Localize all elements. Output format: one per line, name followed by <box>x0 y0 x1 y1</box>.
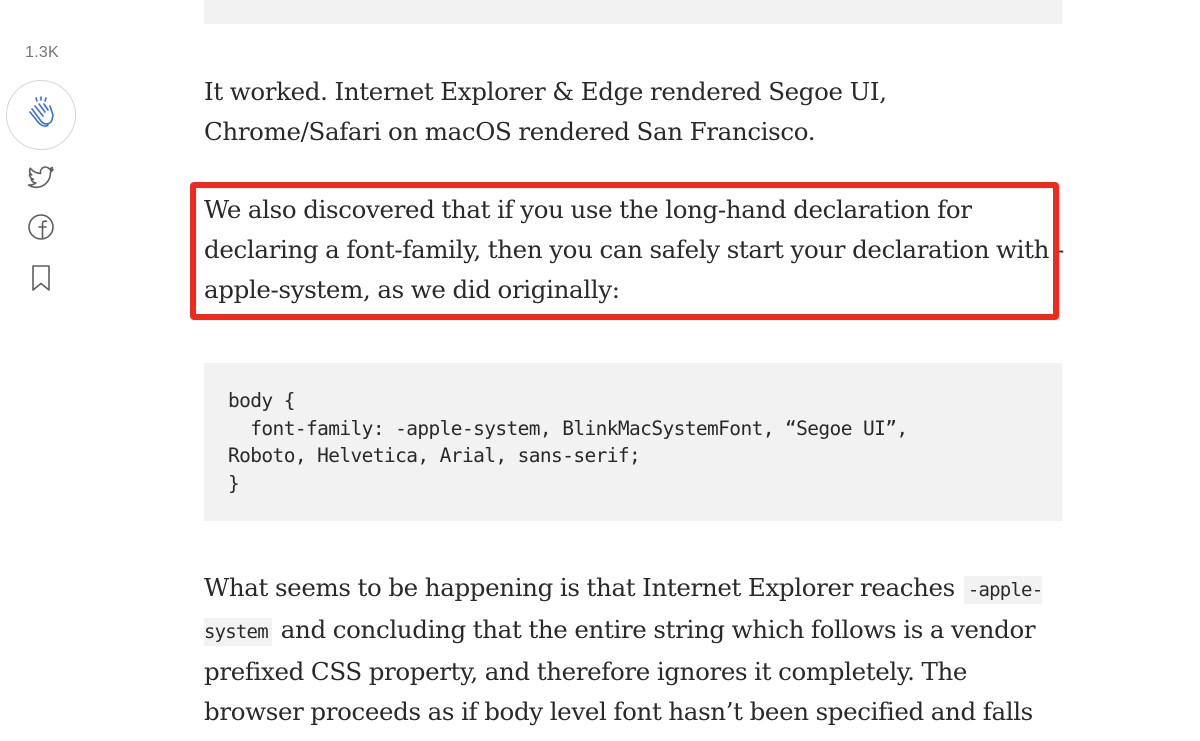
bookmark-icon <box>30 264 52 296</box>
code-block-previous <box>204 0 1062 24</box>
twitter-icon <box>27 166 55 194</box>
clap-icon <box>21 93 61 137</box>
share-twitter-button[interactable] <box>27 166 55 194</box>
paragraph: It worked. Internet Explorer & Edge rend… <box>204 77 887 146</box>
bookmark-button[interactable] <box>27 264 55 296</box>
code-block: body { font-family: -apple-system, Blink… <box>204 363 1062 521</box>
paragraph: What seems to be happening is that Inter… <box>204 568 1064 741</box>
code-line: font-family: -apple-system, BlinkMacSyst… <box>228 416 908 440</box>
code-line: Roboto, Helvetica, Arial, sans-serif; <box>228 444 641 467</box>
paragraph-text: What seems to be happening is that Inter… <box>204 573 955 602</box>
code-line: body { <box>228 389 295 412</box>
paragraph-text: and concluding that the entire string wh… <box>204 615 1036 741</box>
facebook-icon <box>27 213 55 245</box>
code-line: } <box>228 471 240 495</box>
share-facebook-button[interactable] <box>27 213 55 245</box>
clap-button[interactable] <box>6 80 76 150</box>
clap-count: 1.3K <box>25 44 59 61</box>
share-sidebar: 1.3K <box>0 0 84 741</box>
highlight-annotation-box <box>190 182 1059 320</box>
